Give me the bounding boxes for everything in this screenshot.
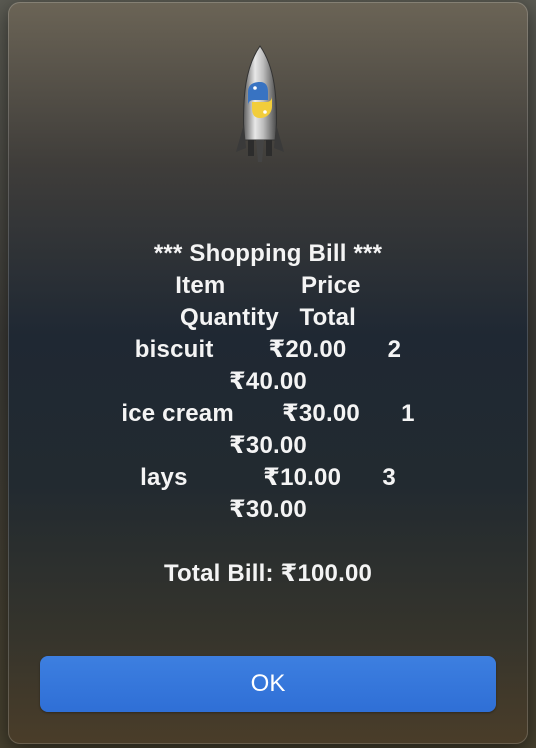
bill-item-total: ₹40.00 [229, 368, 307, 395]
bill-item-line: lays ₹10.00 3 [140, 464, 396, 491]
bill-grand-total: Total Bill: ₹100.00 [163, 560, 373, 587]
bill-item-total: ₹30.00 [229, 496, 307, 523]
bill-title: *** Shopping Bill *** [153, 240, 383, 267]
bill-item-line: ice cream ₹30.00 1 [121, 400, 415, 427]
message-text: *** Shopping Bill *** Item Price Quantit… [0, 238, 536, 590]
bill-header-line: Quantity Total [179, 304, 357, 331]
bill-item-line: biscuit ₹20.00 2 [134, 336, 402, 363]
python-rocket-icon [234, 44, 286, 168]
bill-header-line: Item Price [175, 272, 361, 299]
bill-item-total: ₹30.00 [229, 432, 307, 459]
ok-button[interactable]: OK [40, 656, 496, 712]
